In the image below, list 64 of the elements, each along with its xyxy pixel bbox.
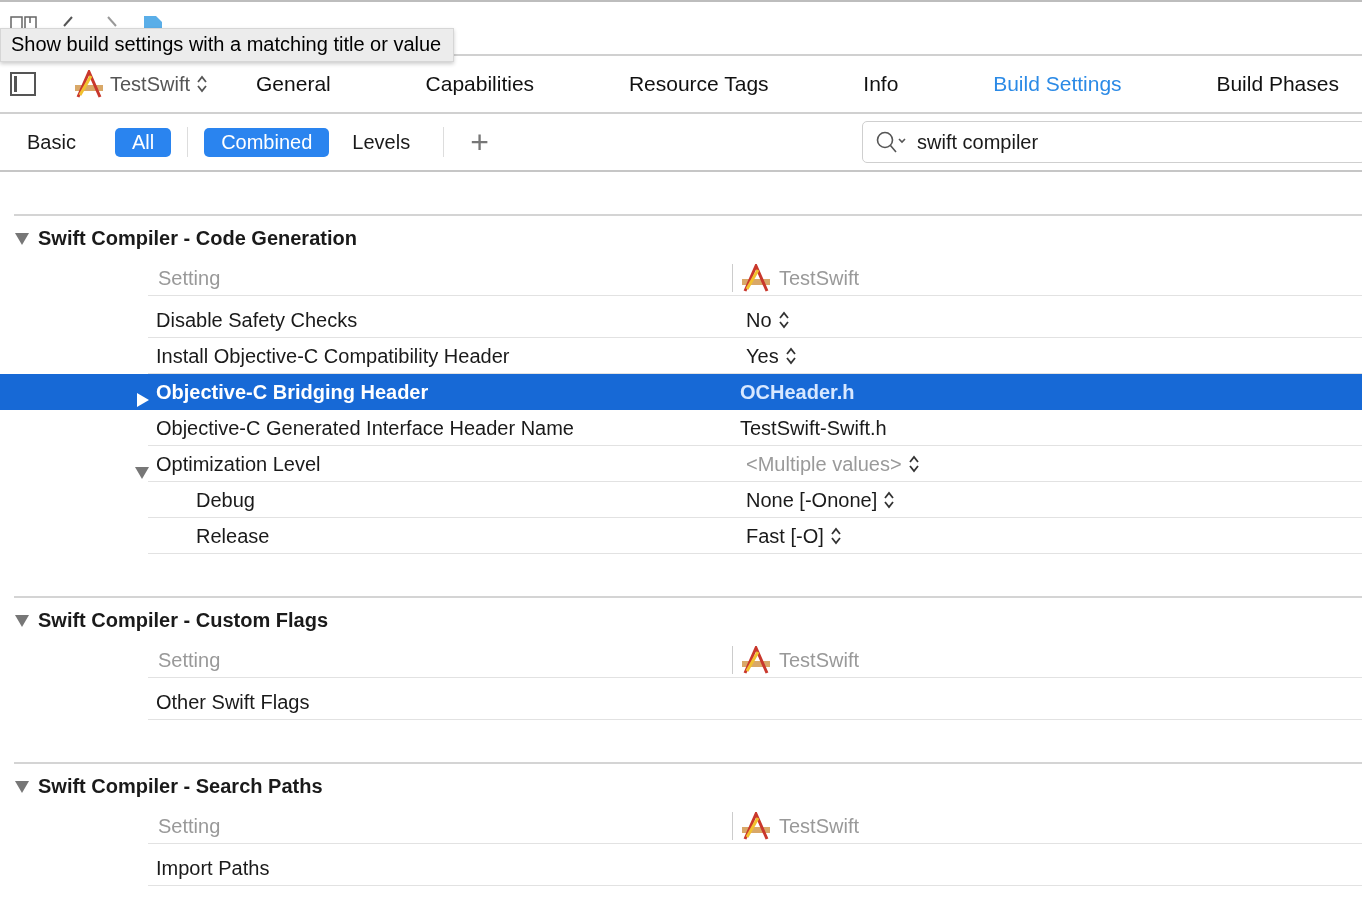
add-button[interactable]: + — [460, 126, 499, 158]
column-header: TestSwift — [779, 814, 860, 838]
disclosure-triangle-icon[interactable] — [134, 464, 150, 480]
column-header: TestSwift — [779, 648, 860, 672]
stepper-icon — [777, 310, 790, 330]
disclosure-triangle-icon[interactable] — [14, 612, 30, 628]
tab[interactable]: General — [256, 72, 331, 96]
section-title: Swift Compiler - Custom Flags — [38, 608, 329, 632]
setting-name: Disable Safety Checks — [156, 308, 358, 332]
search-field[interactable]: swift compiler — [862, 121, 1362, 163]
filter-button[interactable]: Combined — [204, 127, 330, 157]
app-icon — [741, 264, 771, 292]
setting-row[interactable]: Disable Safety Checks No — [0, 302, 1362, 338]
setting-name: Objective-C Bridging Header — [156, 380, 429, 404]
setting-value[interactable]: Yes — [746, 344, 779, 368]
sidebar-toggle-icon[interactable] — [10, 72, 36, 96]
target-popup[interactable]: TestSwift — [74, 70, 209, 98]
setting-row[interactable]: Optimization Level <Multiple values> — [0, 446, 1362, 482]
stepper-icon — [196, 74, 209, 94]
app-icon — [74, 70, 104, 98]
setting-value[interactable]: Fast [-O] — [746, 524, 824, 548]
disclosure-triangle-icon[interactable] — [134, 392, 150, 408]
section-title: Swift Compiler - Code Generation — [38, 226, 357, 250]
setting-value[interactable]: TestSwift-Swift.h — [740, 416, 887, 440]
column-header: Setting — [158, 266, 221, 290]
setting-row[interactable]: Objective-C Generated Interface Header Name TestSwift-Swift.h — [0, 410, 1362, 446]
setting-name: Release — [196, 524, 270, 548]
setting-name: Objective-C Generated Interface Header Name — [156, 416, 574, 440]
setting-row[interactable]: Debug None [-Onone] — [0, 482, 1362, 518]
tab[interactable]: Build Phases — [1216, 72, 1339, 96]
disclosure-triangle-icon[interactable] — [14, 230, 30, 246]
setting-name: Optimization Level — [156, 452, 321, 476]
setting-row[interactable]: Install Objective-C Compatibility Header Yes — [0, 338, 1362, 374]
stepper-icon — [784, 346, 797, 366]
section-title: Swift Compiler - Search Paths — [38, 774, 323, 798]
filter-button[interactable]: Basic — [10, 127, 93, 157]
setting-row[interactable]: Release Fast [-O] — [0, 518, 1362, 554]
filter-button[interactable]: All — [114, 127, 172, 157]
tooltip: Show build settings with a matching title or value — [0, 28, 455, 62]
setting-name: Install Objective-C Compatibility Header — [156, 344, 510, 368]
column-header: TestSwift — [779, 266, 860, 290]
search-icon — [875, 130, 907, 154]
stepper-icon — [883, 490, 896, 510]
column-header: Setting — [158, 648, 221, 672]
setting-value[interactable]: OCHeader.h — [740, 380, 855, 404]
setting-row[interactable]: Import Paths — [0, 850, 1362, 886]
disclosure-triangle-icon[interactable] — [14, 778, 30, 794]
setting-name: Other Swift Flags — [156, 690, 310, 714]
setting-row[interactable]: Other Swift Flags — [0, 684, 1362, 720]
column-header: Setting — [158, 814, 221, 838]
app-icon — [741, 812, 771, 840]
tab[interactable]: Capabilities — [425, 72, 535, 96]
stepper-icon — [829, 526, 842, 546]
tab[interactable]: Resource Tags — [628, 72, 769, 96]
setting-name: Debug — [196, 488, 255, 512]
stepper-icon — [907, 454, 920, 474]
tab[interactable]: Info — [863, 72, 899, 96]
tab[interactable]: Build Settings — [993, 72, 1122, 96]
filter-button[interactable]: Levels — [335, 127, 428, 157]
setting-value[interactable]: No — [746, 308, 772, 332]
setting-name: Import Paths — [156, 856, 270, 880]
app-icon — [741, 646, 771, 674]
setting-row[interactable]: Objective-C Bridging Header OCHeader.h — [0, 374, 1362, 410]
setting-value[interactable]: None [-Onone] — [746, 488, 878, 512]
